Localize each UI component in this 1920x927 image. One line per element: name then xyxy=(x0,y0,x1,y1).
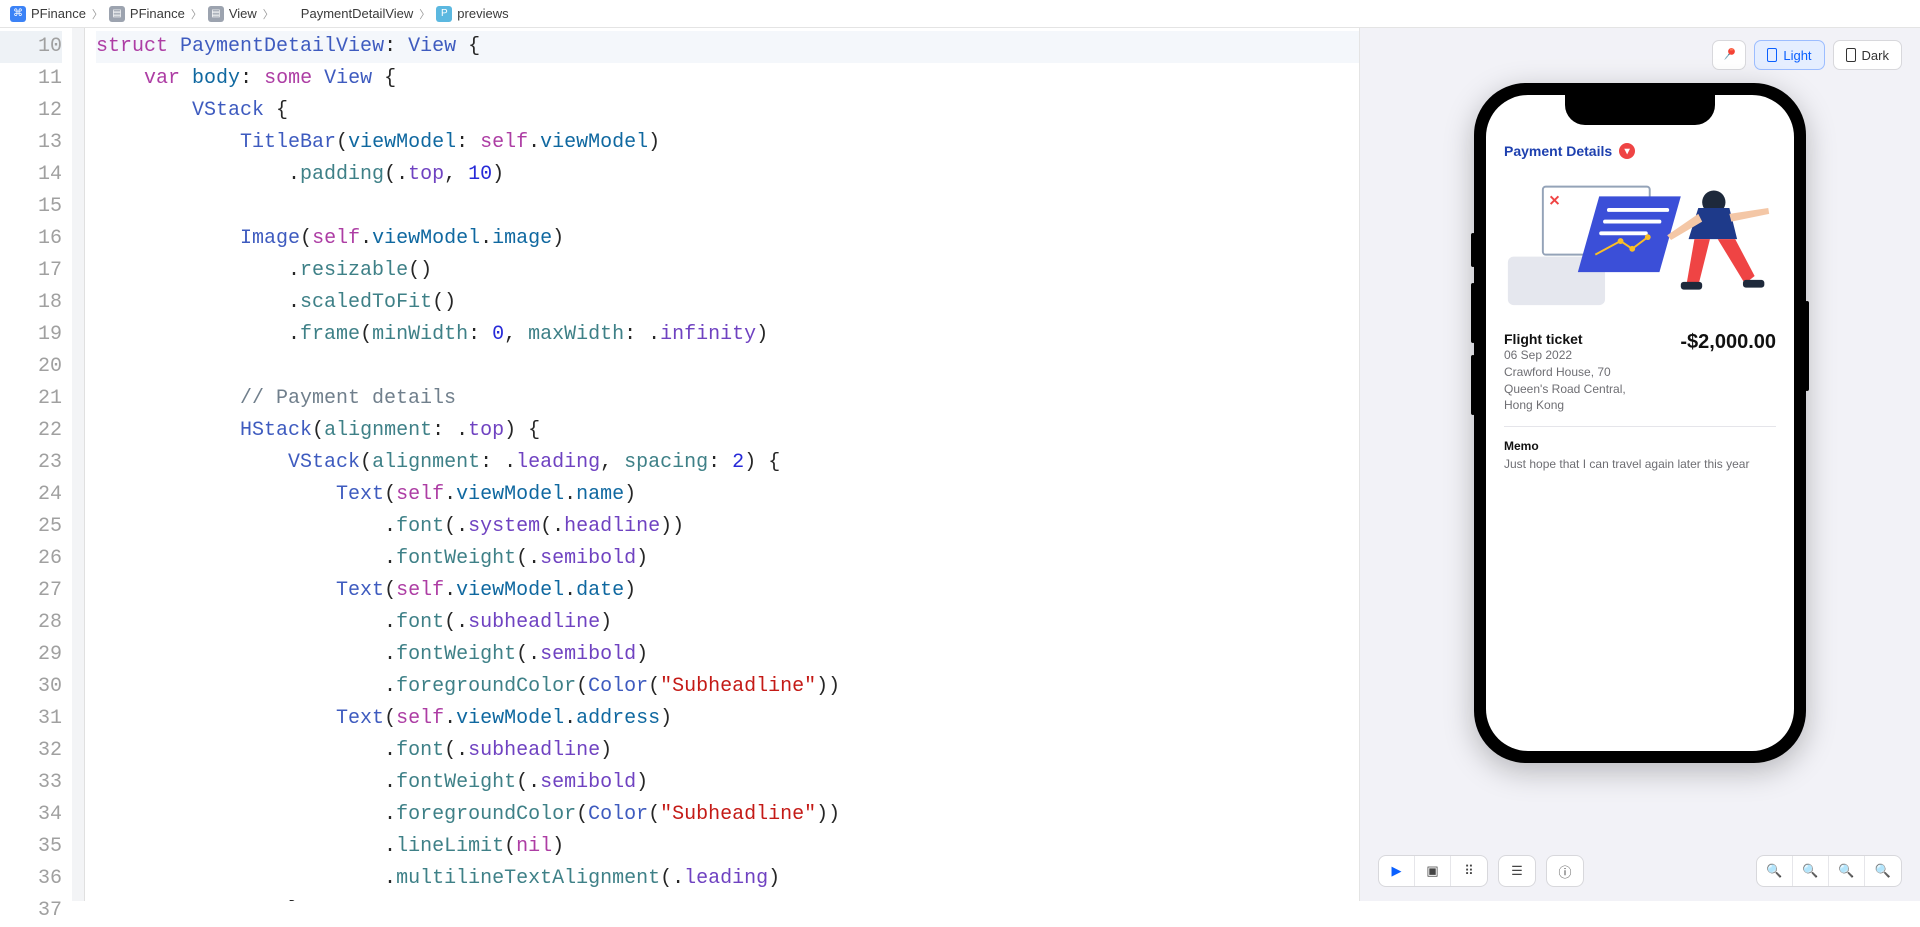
preview-controls-info: ⓘ xyxy=(1546,855,1584,887)
chevron-right-icon: 〉 xyxy=(191,6,202,22)
live-preview-button[interactable]: ▶ xyxy=(1379,856,1415,886)
chevron-right-icon: 〉 xyxy=(419,6,430,22)
play-icon: ▶ xyxy=(1392,863,1402,879)
illustration xyxy=(1504,177,1776,307)
variants-button[interactable]: ☰ xyxy=(1499,856,1535,886)
zoom-in-icon: 🔍 xyxy=(1875,863,1891,879)
phone-screen: Payment Details ▾ xyxy=(1486,95,1794,751)
pin-button[interactable]: 📍 xyxy=(1712,40,1746,70)
light-label: Light xyxy=(1783,48,1811,63)
folder-icon: ▤ xyxy=(109,6,125,22)
memo-row: Memo Just hope that I can travel again l… xyxy=(1504,427,1776,483)
info-icon: ⓘ xyxy=(1558,862,1571,881)
selectable-button[interactable]: ▣ xyxy=(1415,856,1451,886)
crumb-folder-2[interactable]: ▤ View xyxy=(208,6,257,22)
preview-panel: 📍 Light Dark Payment Details ▾ xyxy=(1360,28,1920,901)
crumb-label: previews xyxy=(457,6,508,21)
crumb-preview[interactable]: P previews xyxy=(436,6,508,22)
crumb-label: PFinance xyxy=(31,6,86,21)
payment-name: Flight ticket xyxy=(1504,331,1644,347)
app-preview: Payment Details ▾ xyxy=(1486,95,1794,483)
zoom-controls: 🔍 🔍 🔍 🔍 xyxy=(1756,855,1902,887)
zoom-out-button[interactable]: 🔍 xyxy=(1757,856,1793,886)
variants-icon: ☰ xyxy=(1511,863,1523,879)
app-icon: ⌘ xyxy=(10,6,26,22)
zoom-actual-button[interactable]: 🔍 xyxy=(1829,856,1865,886)
payment-date: 06 Sep 2022 xyxy=(1504,347,1644,364)
crumb-folder-1[interactable]: ▤ PFinance xyxy=(109,6,185,22)
preview-icon: P xyxy=(436,6,452,22)
down-arrow-icon: ▾ xyxy=(1619,143,1635,159)
title-text: Payment Details xyxy=(1504,143,1612,159)
payment-address: Crawford House, 70 Queen's Road Central,… xyxy=(1504,364,1644,414)
phone-notch xyxy=(1565,95,1715,125)
code-editor[interactable]: 1011121314151617181920212223242526272829… xyxy=(0,28,1360,901)
device-icon xyxy=(1767,48,1777,62)
preview-settings-button[interactable]: ⓘ xyxy=(1547,856,1583,886)
memo-heading: Memo xyxy=(1504,439,1776,453)
preview-controls-mid: ☰ xyxy=(1498,855,1536,887)
zoom-in-button[interactable]: 🔍 xyxy=(1865,856,1901,886)
selectable-icon: ▣ xyxy=(1426,863,1438,879)
folder-icon: ▤ xyxy=(208,6,224,22)
layout-button[interactable]: ⠿ xyxy=(1451,856,1487,886)
breadcrumb: ⌘ PFinance 〉 ▤ PFinance 〉 ▤ View 〉 ✦ Pay… xyxy=(0,0,1920,28)
code-lines: struct PaymentDetailView: View { var bod… xyxy=(72,28,1359,901)
zoom-fit-icon: 🔍 xyxy=(1802,863,1818,879)
swift-icon: ✦ xyxy=(280,6,296,22)
phone-mock: Payment Details ▾ xyxy=(1474,83,1806,763)
main-split: 1011121314151617181920212223242526272829… xyxy=(0,28,1920,901)
page-title: Payment Details ▾ xyxy=(1504,143,1776,159)
preview-controls-left: ▶ ▣ ⠿ xyxy=(1378,855,1488,887)
pin-icon: 📍 xyxy=(1718,44,1741,67)
crumb-project[interactable]: ⌘ PFinance xyxy=(10,6,86,22)
zoom-actual-icon: 🔍 xyxy=(1838,863,1854,879)
crumb-label: PFinance xyxy=(130,6,185,21)
preview-toolbar: 📍 Light Dark xyxy=(1712,40,1902,70)
crumb-label: PaymentDetailView xyxy=(301,6,413,21)
crumb-label: View xyxy=(229,6,257,21)
zoom-fit-button[interactable]: 🔍 xyxy=(1793,856,1829,886)
crumb-file[interactable]: ✦ PaymentDetailView xyxy=(280,6,413,22)
payment-amount: -$2,000.00 xyxy=(1680,331,1776,354)
preview-bottom-bar: ▶ ▣ ⠿ ☰ ⓘ 🔍 🔍 🔍 🔍 xyxy=(1360,855,1920,887)
chevron-right-icon: 〉 xyxy=(92,6,103,22)
chevron-right-icon: 〉 xyxy=(263,6,274,22)
dark-label: Dark xyxy=(1862,48,1889,63)
zoom-out-icon: 🔍 xyxy=(1766,863,1782,879)
code-area[interactable]: struct PaymentDetailView: View { var bod… xyxy=(72,28,1359,901)
grid-icon: ⠿ xyxy=(1464,863,1474,879)
payment-row: Flight ticket 06 Sep 2022 Crawford House… xyxy=(1504,319,1776,427)
line-gutter: 1011121314151617181920212223242526272829… xyxy=(0,28,72,901)
memo-text: Just hope that I can travel again later … xyxy=(1504,457,1776,471)
dark-mode-button[interactable]: Dark xyxy=(1833,40,1902,70)
device-icon xyxy=(1846,48,1856,62)
light-mode-button[interactable]: Light xyxy=(1754,40,1824,70)
